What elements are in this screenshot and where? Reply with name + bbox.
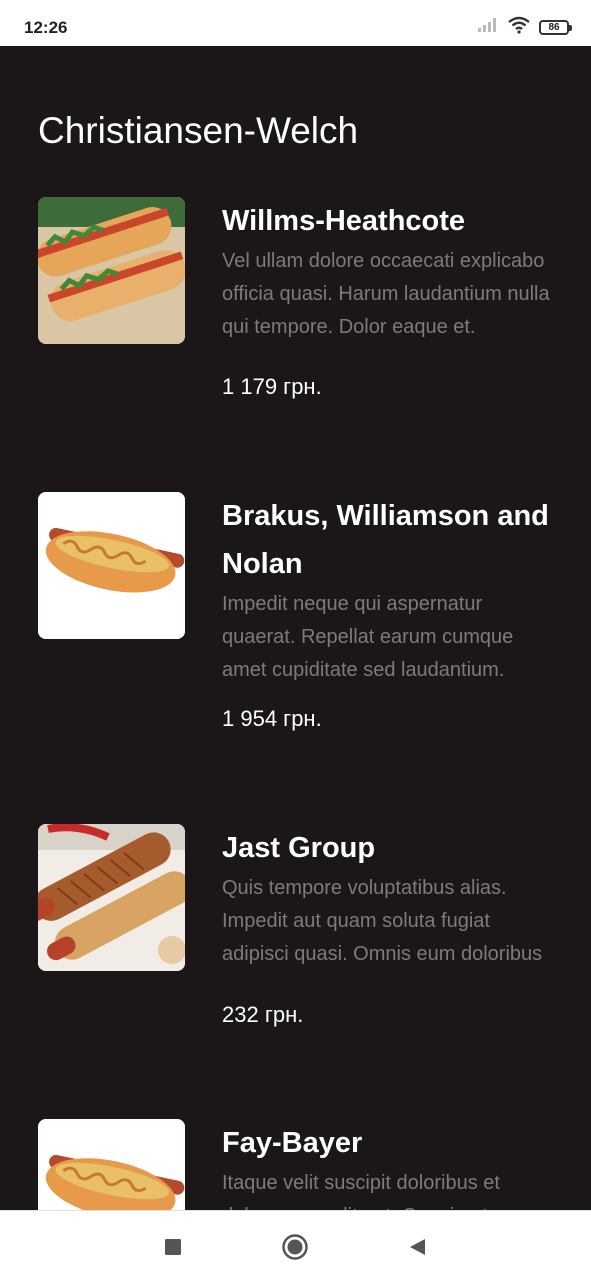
status-time: 12:26	[24, 18, 68, 37]
product-image	[38, 197, 185, 344]
product-description: Quis tempore voluptatibus alias. Impedit…	[222, 877, 543, 965]
recents-icon[interactable]	[159, 1233, 187, 1261]
status-icons: 86	[477, 16, 572, 39]
wifi-icon	[507, 16, 531, 39]
product-name: Willms-Heathcote	[222, 205, 466, 237]
signal-icon	[477, 17, 499, 38]
back-icon[interactable]	[403, 1233, 431, 1261]
product-info: Jast Group Quis tempore voluptatibus ali…	[222, 824, 552, 1027]
product-name: Fay-Bayer	[222, 1127, 363, 1159]
product-card[interactable]: Brakus, Williamson and Nolan Impedit neq…	[0, 492, 591, 742]
product-list-screen: Christiansen-Welch Willms-Heathcote Vel …	[0, 46, 591, 1210]
page-title: Christiansen-Welch	[38, 110, 359, 151]
product-image	[38, 824, 185, 971]
battery-icon: 86	[539, 19, 572, 35]
product-price: 232 грн.	[222, 1002, 304, 1027]
product-info: Brakus, Williamson and Nolan Impedit neq…	[222, 492, 552, 731]
product-description: Impedit neque qui aspernatur quaerat. Re…	[222, 593, 514, 681]
product-description: Vel ullam dolore occaecati explicabo off…	[222, 250, 550, 338]
product-price: 1 954 грн.	[222, 706, 322, 731]
status-bar: 12:26 86	[0, 0, 591, 46]
product-info: Willms-Heathcote Vel ullam dolore occaec…	[222, 197, 552, 399]
product-name: Brakus, Williamson and Nolan	[222, 500, 549, 580]
system-nav-bar	[0, 1210, 591, 1280]
product-info: Fay-Bayer Itaque velit suscipit doloribu…	[222, 1119, 552, 1210]
product-card[interactable]: Fay-Bayer Itaque velit suscipit doloribu…	[0, 1119, 591, 1210]
product-image	[38, 1119, 185, 1210]
home-icon[interactable]	[281, 1233, 309, 1261]
product-price: 1 179 грн.	[222, 374, 322, 399]
product-description: Itaque velit suscipit doloribus et dolor…	[222, 1172, 500, 1210]
product-name: Jast Group	[222, 832, 376, 864]
product-card[interactable]: Willms-Heathcote Vel ullam dolore occaec…	[0, 197, 591, 427]
product-card[interactable]: Jast Group Quis tempore voluptatibus ali…	[0, 824, 591, 1054]
product-image	[38, 492, 185, 639]
